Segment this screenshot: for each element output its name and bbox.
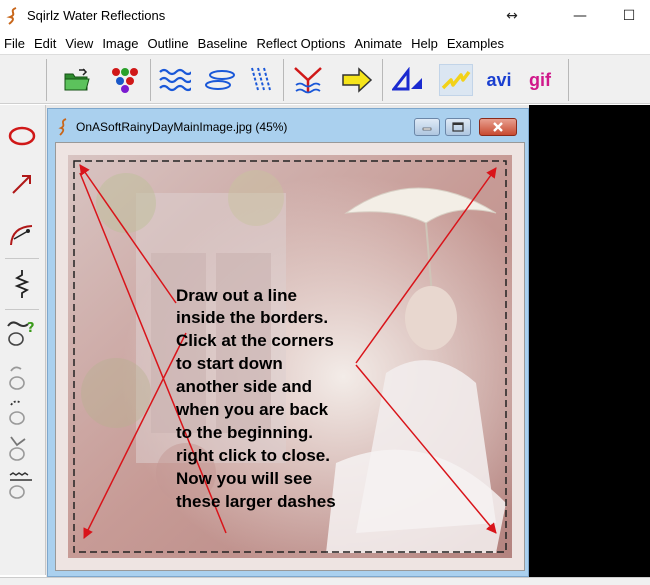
- tool-separator: [5, 309, 39, 310]
- image-window-minimize-button[interactable]: [414, 118, 440, 136]
- annotation-line: to start down: [176, 354, 283, 373]
- app-title: Sqirlz Water Reflections: [27, 8, 166, 23]
- outline-dash-button[interactable]: [4, 395, 40, 429]
- triangle-icon: [392, 67, 422, 91]
- waves-icon: [159, 68, 191, 92]
- outline-tool-button[interactable]: [4, 360, 40, 394]
- svg-text:?: ?: [27, 321, 35, 336]
- annotation-line: inside the borders.: [176, 308, 328, 327]
- outline-help-icon: ?: [7, 321, 35, 346]
- annotation-line: Now you will see: [176, 469, 312, 488]
- lightning-button[interactable]: [439, 64, 473, 96]
- menu-image[interactable]: Image: [102, 36, 145, 51]
- annotation-line: when you are back: [175, 400, 329, 419]
- open-folder-icon: [64, 68, 90, 91]
- color-dots-icon: [112, 68, 138, 93]
- restore-icon: [452, 122, 464, 132]
- open-button[interactable]: [60, 64, 94, 96]
- annotation-line: to the beginning.: [176, 423, 313, 442]
- outline-tilt-button[interactable]: [4, 431, 40, 465]
- toolbar: avi gif: [0, 54, 650, 104]
- annotation-line: these larger dashes: [176, 492, 336, 511]
- ellipse-tool-button[interactable]: [4, 119, 40, 153]
- outline-toolbar: ?: [0, 105, 46, 575]
- window-icon: [58, 118, 67, 136]
- ripples-button[interactable]: [203, 64, 237, 96]
- menu-reflect-options[interactable]: Reflect Options: [257, 36, 353, 51]
- menu-edit[interactable]: Edit: [34, 36, 63, 51]
- rain-button[interactable]: [244, 64, 278, 96]
- gif-button[interactable]: gif: [523, 64, 557, 96]
- menu-outline[interactable]: Outline: [147, 36, 195, 51]
- line-tool-button[interactable]: [4, 167, 40, 201]
- ripples-icon: [205, 70, 235, 90]
- annotation-line: Draw out a line: [176, 286, 297, 305]
- arrow-line-icon: [12, 175, 31, 194]
- menu-animate[interactable]: Animate: [354, 36, 409, 51]
- image-window-close-button[interactable]: [479, 118, 517, 136]
- close-icon: [493, 122, 503, 132]
- maximize-button[interactable]: ☐: [617, 4, 641, 28]
- app-icon: [6, 7, 17, 25]
- menu-bar: File Edit View Image Outline Baseline Re…: [0, 32, 650, 54]
- lightning-icon: [441, 70, 471, 90]
- reflect-icon: [294, 67, 322, 94]
- reflect-button[interactable]: [291, 64, 325, 96]
- menu-view[interactable]: View: [65, 36, 100, 51]
- toolbar-separator: [568, 59, 569, 101]
- annotation-line: right click to close.: [176, 446, 330, 465]
- waves-button[interactable]: [158, 64, 192, 96]
- avi-label: avi: [486, 69, 512, 90]
- title-bar: Sqirlz Water Reflections ↔ — ☐: [0, 0, 650, 32]
- outline-tilt-icon: [9, 436, 26, 461]
- resize-icon[interactable]: ↔: [500, 4, 524, 28]
- toolbar-separator: [283, 59, 284, 101]
- image-artwork: Draw out a line inside the borders. Clic…: [56, 143, 524, 570]
- arrow-right-icon: [342, 67, 373, 93]
- tool-separator: [5, 258, 39, 259]
- image-canvas[interactable]: Draw out a line inside the borders. Clic…: [55, 142, 525, 571]
- rain-icon: [251, 67, 271, 91]
- avi-button[interactable]: avi: [482, 64, 516, 96]
- image-window: OnASoftRainyDayMainImage.jpg (45%) Draw …: [47, 108, 529, 577]
- colors-button[interactable]: [108, 64, 142, 96]
- menu-examples[interactable]: Examples: [447, 36, 511, 51]
- zigzag-tool-button[interactable]: [4, 267, 40, 301]
- outline-help-button[interactable]: ?: [4, 315, 40, 349]
- outline-tool-icon: [9, 366, 25, 390]
- toolbar-separator: [382, 59, 383, 101]
- outline-dash-icon: [9, 400, 25, 425]
- zigzag-icon: [14, 270, 30, 298]
- toolbar-separator: [150, 59, 151, 101]
- outline-wave-button[interactable]: [4, 469, 40, 503]
- gif-label: gif: [529, 69, 551, 90]
- toolbar-separator: [46, 59, 47, 101]
- ellipse-icon: [8, 126, 36, 146]
- image-window-title: OnASoftRainyDayMainImage.jpg (45%): [76, 120, 288, 134]
- menu-baseline[interactable]: Baseline: [198, 36, 255, 51]
- menu-help[interactable]: Help: [411, 36, 445, 51]
- curve-icon: [10, 225, 33, 246]
- image-window-restore-button[interactable]: [445, 118, 471, 136]
- curve-tool-button[interactable]: [4, 217, 40, 251]
- perspective-button[interactable]: [391, 64, 425, 96]
- status-strip: [0, 577, 650, 585]
- outline-wave-icon: [9, 472, 32, 499]
- annotation-line: Click at the corners: [176, 331, 334, 350]
- minimize-button[interactable]: —: [568, 4, 592, 28]
- menu-file[interactable]: File: [4, 36, 32, 51]
- next-button[interactable]: [340, 64, 374, 96]
- minimize-icon: [422, 127, 432, 131]
- annotation-line: another side and: [176, 377, 312, 396]
